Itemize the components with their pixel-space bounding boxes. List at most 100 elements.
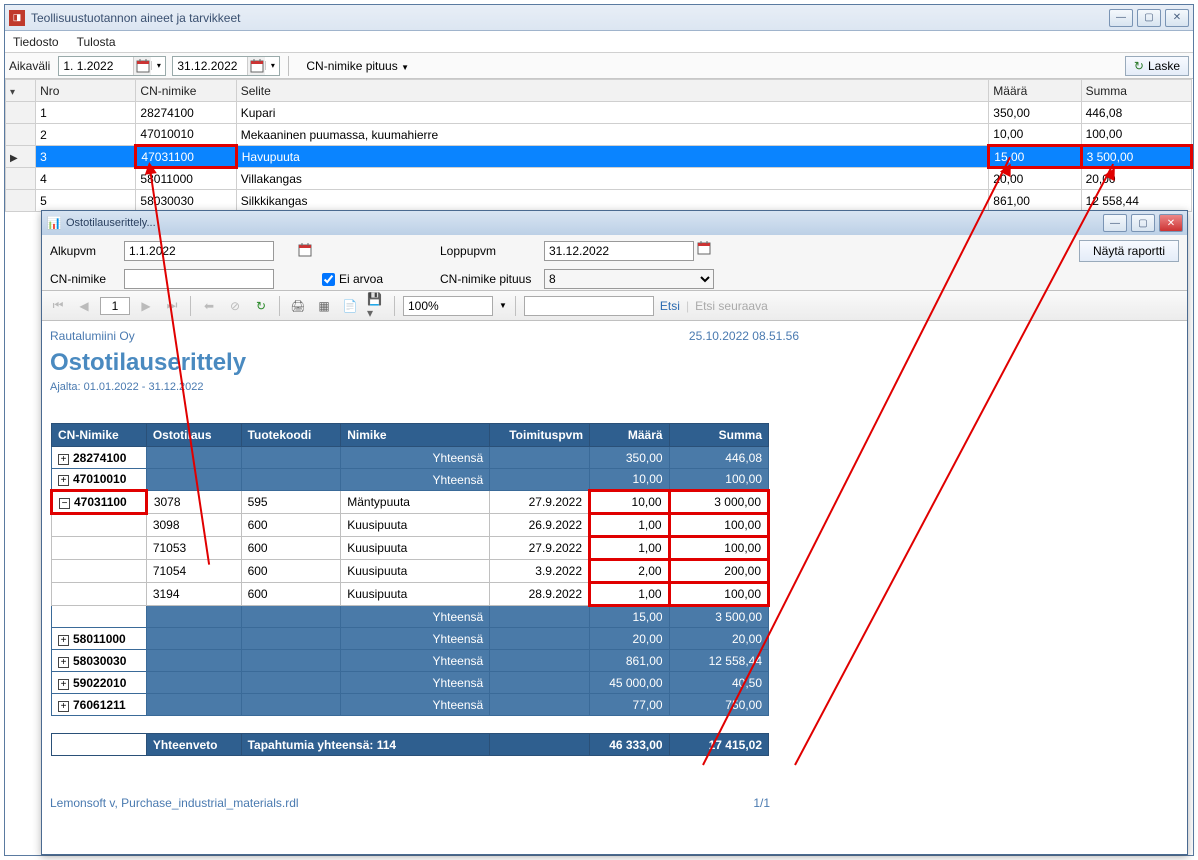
expand-icon[interactable]: +: [58, 701, 69, 712]
group-total-row[interactable]: +58030030Yhteensä861,0012 558,44: [52, 650, 769, 672]
zoom-select[interactable]: [403, 296, 493, 316]
cell-tuote[interactable]: 600: [241, 537, 341, 560]
report-table[interactable]: CN-Nimike Ostotilaus Tuotekoodi Nimike T…: [50, 423, 770, 756]
cn-len-select[interactable]: 8: [544, 269, 714, 289]
cell-tuote[interactable]: 600: [241, 583, 341, 606]
expand-icon[interactable]: +: [58, 679, 69, 690]
cell-cn[interactable]: 58011000: [136, 168, 236, 190]
col-nro[interactable]: Nro: [36, 80, 136, 102]
close-button[interactable]: ✕: [1165, 9, 1189, 27]
detail-row[interactable]: 71053600Kuusipuuta27.9.20221,00100,00: [52, 537, 769, 560]
report-maximize-button[interactable]: ▢: [1131, 214, 1155, 232]
cell-nro[interactable]: 3: [36, 146, 136, 168]
cell-summa[interactable]: 446,08: [1081, 102, 1191, 124]
export-button[interactable]: 💾▾: [366, 296, 386, 316]
cell-tuote[interactable]: 600: [241, 514, 341, 537]
cell-nimike[interactable]: Kuusipuuta: [341, 514, 490, 537]
cell-summa[interactable]: 3 500,00: [1081, 146, 1191, 168]
report-minimize-button[interactable]: —: [1103, 214, 1127, 232]
print-button[interactable]: 🖨: [288, 296, 308, 316]
cell-selite[interactable]: Mekaaninen puumassa, kuumahierre: [236, 124, 989, 146]
main-titlebar[interactable]: ◨ Teollisuustuotannon aineet ja tarvikke…: [5, 5, 1193, 31]
table-row[interactable]: 558030030Silkkikangas861,0012 558,44: [6, 190, 1192, 212]
group-total-row[interactable]: +28274100Yhteensä350,00446,08: [52, 447, 769, 469]
cell-summa[interactable]: 200,00: [669, 560, 768, 583]
first-page-button[interactable]: ⏮: [48, 296, 68, 316]
cell-nro[interactable]: 4: [36, 168, 136, 190]
detail-row[interactable]: 71054600Kuusipuuta3.9.20222,00200,00: [52, 560, 769, 583]
date-from-input[interactable]: [59, 59, 133, 73]
menu-tulosta[interactable]: Tulosta: [77, 35, 116, 49]
report-close-button[interactable]: ✕: [1159, 214, 1183, 232]
date-to-input[interactable]: [173, 59, 247, 73]
layout-button[interactable]: ▦: [314, 296, 334, 316]
row-header[interactable]: [6, 190, 36, 212]
cell-cn[interactable]: 47010010: [136, 124, 236, 146]
menu-tiedosto[interactable]: Tiedosto: [13, 35, 59, 49]
cell-tuote[interactable]: 595: [241, 491, 341, 514]
cell-maara[interactable]: 10,00: [989, 124, 1081, 146]
cell-nimike[interactable]: Kuusipuuta: [341, 537, 490, 560]
cell-maara[interactable]: 1,00: [590, 514, 670, 537]
cell-nro[interactable]: 5: [36, 190, 136, 212]
cell-nimike[interactable]: Mäntypuuta: [341, 491, 490, 514]
table-row[interactable]: ▶347031100Havupuuta15,003 500,00: [6, 146, 1192, 168]
cell-cn[interactable]: 47031100: [136, 146, 236, 168]
cell-cn[interactable]: 58030030: [136, 190, 236, 212]
calendar-icon[interactable]: [247, 57, 265, 75]
date-from[interactable]: ▾: [58, 56, 166, 76]
page-setup-button[interactable]: 📄: [340, 296, 360, 316]
expand-icon[interactable]: +: [58, 657, 69, 668]
row-header[interactable]: ▶: [6, 146, 36, 168]
cn-nimike-input[interactable]: [124, 269, 274, 289]
nayta-raportti-button[interactable]: Näytä raportti: [1079, 240, 1179, 262]
cell-osto[interactable]: 71054: [146, 560, 241, 583]
calendar-icon[interactable]: [298, 243, 318, 260]
detail-row[interactable]: −470311003078595Mäntypuuta27.9.202210,00…: [52, 491, 769, 514]
rcol-pvm[interactable]: Toimituspvm: [490, 424, 590, 447]
find-link[interactable]: Etsi: [660, 299, 680, 313]
group-total-row[interactable]: +76061211Yhteensä77,00750,00: [52, 694, 769, 716]
cell-summa[interactable]: 100,00: [669, 514, 768, 537]
cell-summa[interactable]: 3 000,00: [669, 491, 768, 514]
cell-selite[interactable]: Villakangas: [236, 168, 989, 190]
dropdown-icon[interactable]: ▾: [151, 61, 165, 70]
expand-icon[interactable]: +: [58, 454, 69, 465]
table-row[interactable]: 458011000Villakangas20,0020,00: [6, 168, 1192, 190]
cell-osto[interactable]: 3194: [146, 583, 241, 606]
laske-button[interactable]: ↻ Laske: [1125, 56, 1189, 76]
detail-row[interactable]: 3194600Kuusipuuta28.9.20221,00100,00: [52, 583, 769, 606]
cell-maara[interactable]: 350,00: [989, 102, 1081, 124]
cell-cn[interactable]: 28274100: [136, 102, 236, 124]
dropdown-icon[interactable]: ▾: [265, 61, 279, 70]
cell-tuote[interactable]: 600: [241, 560, 341, 583]
expand-icon[interactable]: +: [58, 635, 69, 646]
rcol-summa[interactable]: Summa: [669, 424, 768, 447]
cell-osto[interactable]: 3098: [146, 514, 241, 537]
next-page-button[interactable]: ▶: [136, 296, 156, 316]
cell-summa[interactable]: 100,00: [669, 583, 768, 606]
main-data-grid[interactable]: ▾ Nro CN-nimike Selite Määrä Summa 12827…: [5, 79, 1193, 212]
cell-pvm[interactable]: 27.9.2022: [490, 491, 590, 514]
collapse-icon[interactable]: −: [59, 498, 70, 509]
prev-page-button[interactable]: ◀: [74, 296, 94, 316]
row-header[interactable]: [6, 124, 36, 146]
group-total-row[interactable]: +47010010Yhteensä10,00100,00: [52, 469, 769, 491]
row-header[interactable]: [6, 102, 36, 124]
cell-pvm[interactable]: 27.9.2022: [490, 537, 590, 560]
ei-arvoa-checkbox[interactable]: Ei arvoa: [322, 272, 402, 286]
cell-maara[interactable]: 861,00: [989, 190, 1081, 212]
maximize-button[interactable]: ▢: [1137, 9, 1161, 27]
back-button[interactable]: ⬅: [199, 296, 219, 316]
cn-length-dropdown[interactable]: CN-nimike pituus ▼: [297, 56, 418, 76]
rcol-osto[interactable]: Ostotilaus: [146, 424, 241, 447]
cell-selite[interactable]: Havupuuta: [236, 146, 989, 168]
col-summa[interactable]: Summa: [1081, 80, 1191, 102]
cell-osto[interactable]: 3078: [146, 491, 241, 514]
calendar-icon[interactable]: [133, 57, 151, 75]
cell-nimike[interactable]: Kuusipuuta: [341, 583, 490, 606]
cell-maara[interactable]: 1,00: [590, 583, 670, 606]
cell-selite[interactable]: Kupari: [236, 102, 989, 124]
filter-header[interactable]: ▾: [6, 80, 36, 102]
group-total-row[interactable]: +58011000Yhteensä20,0020,00: [52, 628, 769, 650]
